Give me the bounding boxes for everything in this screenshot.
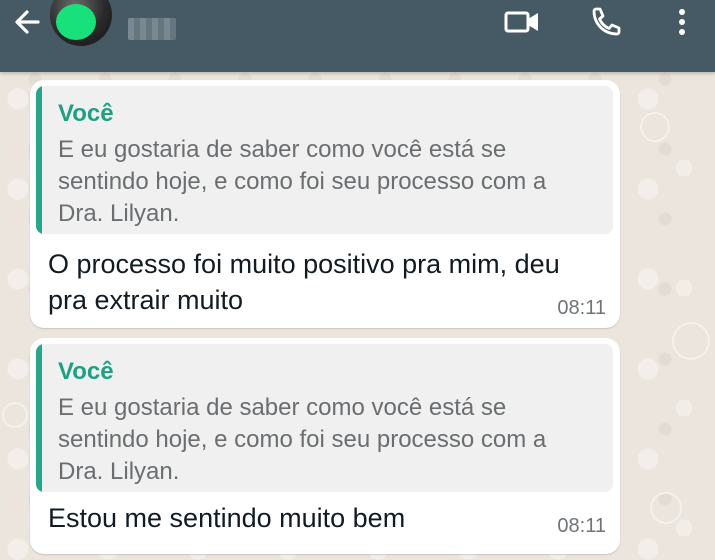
back-button[interactable] (8, 4, 48, 40)
chat-area[interactable]: Você E eu gostaria de saber como você es… (0, 72, 715, 560)
chat-header (0, 0, 715, 72)
wallpaper-doodle (650, 492, 682, 524)
wallpaper-doodle (672, 322, 710, 360)
contact-name-blur (128, 18, 176, 40)
contact-name[interactable] (128, 10, 178, 40)
quote-text: E eu gostaria de saber como você está se… (58, 136, 547, 227)
more-vertical-icon (679, 9, 685, 35)
video-call-button[interactable] (502, 4, 542, 40)
quoted-message[interactable]: Você E eu gostaria de saber como você es… (36, 344, 613, 492)
quote-text: E eu gostaria de saber como você está se… (58, 394, 547, 485)
video-call-icon (504, 11, 538, 33)
message-bubble[interactable]: Você E eu gostaria de saber como você es… (30, 338, 620, 554)
phone-icon (592, 7, 621, 36)
message-time: 08:11 (557, 297, 606, 319)
quoted-message[interactable]: Você E eu gostaria de saber como você es… (36, 86, 613, 234)
avatar-status-dot (56, 4, 96, 40)
quote-author: Você (58, 100, 114, 127)
wallpaper-doodle (640, 112, 670, 142)
message-text: Estou me sentindo muito bem (48, 503, 406, 533)
quote-accent-bar (36, 86, 42, 234)
message-bubble[interactable]: Você E eu gostaria de saber como você es… (30, 80, 620, 328)
message-time: 08:11 (557, 515, 606, 537)
quote-accent-bar (36, 344, 42, 492)
more-options-button[interactable] (662, 4, 702, 40)
wallpaper-doodle (2, 402, 28, 428)
message-text: O processo foi muito positivo pra mim, d… (48, 249, 560, 315)
avatar[interactable] (50, 0, 112, 46)
voice-call-button[interactable] (586, 4, 626, 40)
arrow-left-icon (15, 10, 40, 34)
quote-author: Você (58, 358, 114, 385)
